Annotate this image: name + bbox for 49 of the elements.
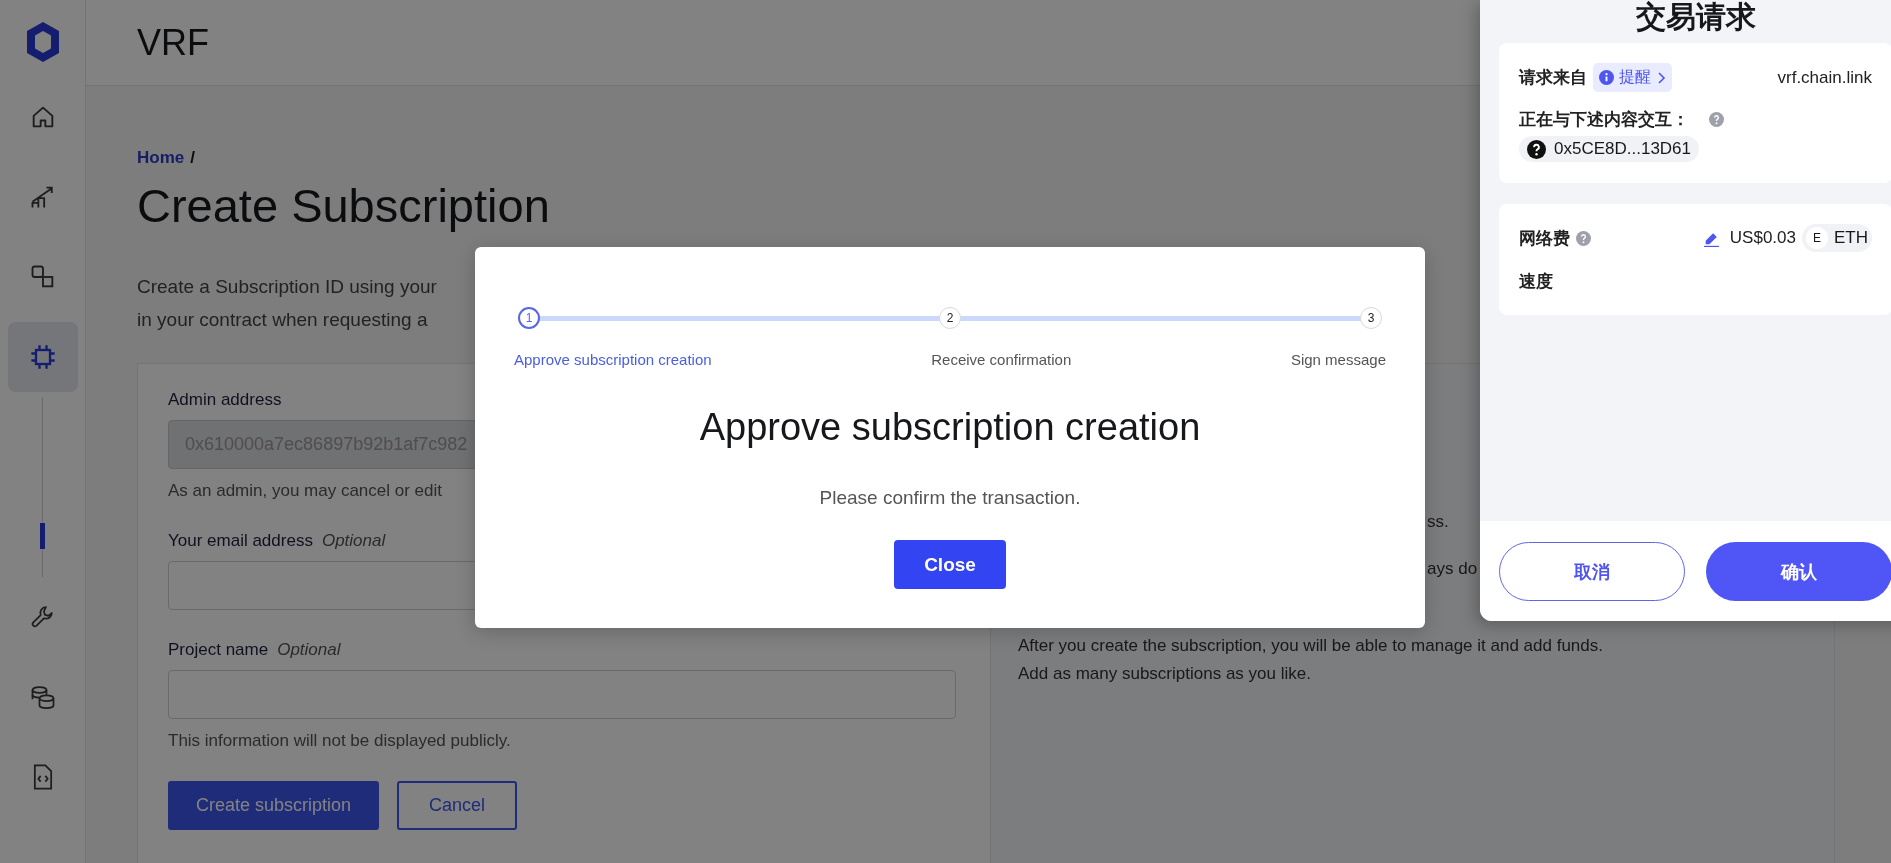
step-label: Approve subscription creation bbox=[514, 351, 712, 368]
breadcrumb-link[interactable]: Home bbox=[137, 148, 185, 168]
step-number: 3 bbox=[1360, 307, 1382, 329]
request-label: 请求来自 bbox=[1519, 67, 1587, 89]
help-icon bbox=[1527, 139, 1546, 159]
modal-heading: Approve subscription creation bbox=[698, 406, 1202, 449]
modal-message: Please confirm the transaction. bbox=[818, 487, 1082, 509]
step-number: 2 bbox=[939, 307, 961, 329]
field-label: Project name bbox=[168, 640, 269, 660]
info-text: ays do bbox=[1427, 559, 1478, 579]
info-text: Add as many subscriptions as you like. bbox=[1018, 663, 1311, 685]
cancel-button[interactable]: Cancel bbox=[397, 781, 518, 830]
sidebar-item[interactable] bbox=[7, 322, 78, 392]
info-icon bbox=[1599, 70, 1614, 85]
step-label: Receive confirmation bbox=[931, 351, 1072, 368]
interaction-label: 正在与下述内容交互： bbox=[1519, 109, 1689, 131]
chip-icon bbox=[28, 343, 57, 371]
fee-amount: US$0.03 bbox=[1729, 228, 1796, 248]
cancel-button[interactable]: 取消 bbox=[1499, 542, 1685, 601]
page-header-title: VRF bbox=[137, 21, 209, 64]
page-title: Create Subscription bbox=[137, 178, 550, 233]
info-text: After you create the subscription, you will be able to manage it and add funds. bbox=[1018, 635, 1603, 657]
speed-label: 速度 bbox=[1519, 271, 1553, 293]
intro-text: in your contract when requesting a bbox=[137, 308, 428, 332]
create-button[interactable]: Create subscription bbox=[168, 781, 380, 830]
token-symbol: ETH bbox=[1834, 228, 1868, 248]
warning-badge[interactable]: 提醒 bbox=[1593, 63, 1672, 92]
info-text: ss. bbox=[1427, 512, 1449, 532]
help-icon bbox=[1576, 230, 1591, 246]
token-icon: E bbox=[1806, 227, 1828, 249]
help-icon bbox=[1709, 112, 1724, 127]
confirm-button[interactable]: 确认 bbox=[1706, 542, 1891, 601]
field-label: Your email address bbox=[168, 531, 313, 551]
input-field[interactable] bbox=[168, 670, 956, 719]
help-text: As an admin, you may cancel or edit bbox=[168, 481, 443, 501]
breadcrumb-separator: / bbox=[190, 148, 195, 168]
wallet-title: 交易请求 bbox=[1635, 0, 1756, 34]
help-text: This information will not be displayed publicly. bbox=[168, 731, 511, 751]
optional-hint: Optional bbox=[321, 531, 386, 551]
close-button[interactable]: Close bbox=[894, 540, 1006, 589]
field-label: Admin address bbox=[168, 390, 282, 410]
optional-hint: Optional bbox=[277, 640, 341, 660]
address-pill[interactable]: 0x5CE8D...13D61 bbox=[1519, 136, 1700, 162]
fee-label: 网络费 bbox=[1519, 227, 1570, 250]
step-label: Sign message bbox=[1290, 351, 1386, 368]
chevron-icon bbox=[1656, 70, 1666, 85]
origin-text: vrf.chain.link bbox=[1777, 67, 1872, 88]
intro-text: Create a Subscription ID using your bbox=[137, 275, 437, 299]
step-number: 1 bbox=[518, 307, 540, 329]
